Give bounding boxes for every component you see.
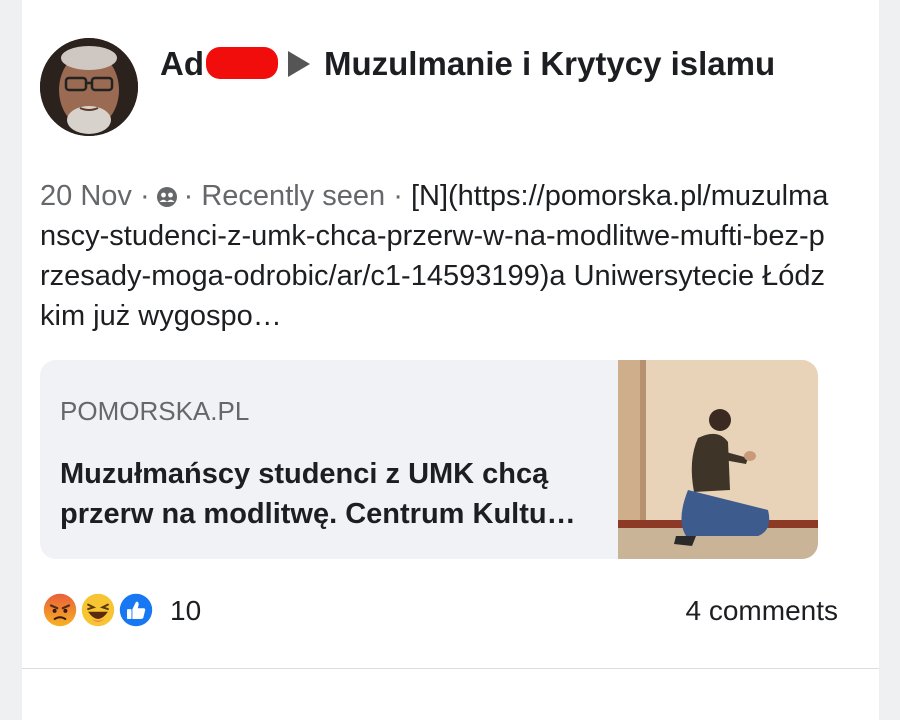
like-reaction-icon — [116, 590, 156, 630]
action-bar-divider — [22, 668, 879, 669]
author-avatar[interactable] — [40, 38, 138, 136]
haha-reaction-icon — [78, 590, 118, 630]
avatar-photo — [40, 38, 138, 136]
link-domain: POMORSKA.PL — [60, 396, 250, 426]
link-headline: Muzułmańscy studenci z UMK chcą przerw n… — [60, 458, 576, 530]
post-card-top — [22, 0, 879, 20]
link-thumbnail-image — [618, 360, 818, 559]
audience-group-icon — [156, 187, 177, 207]
reaction-count[interactable]: 10 — [170, 595, 201, 627]
meta-separator: · — [139, 180, 150, 212]
link-preview-card[interactable]: POMORSKA.PL Muzułmańscy studenci z UMK c… — [40, 360, 818, 559]
post-header: Ad Muzulmanie i Krytycy islamu — [160, 42, 800, 86]
meta-separator: · — [393, 180, 403, 212]
author-name[interactable]: Ad — [160, 45, 204, 82]
redaction-mark — [206, 47, 278, 79]
post-date[interactable]: 20 Nov — [40, 180, 132, 212]
shared-to-arrow-icon — [288, 51, 310, 77]
group-name-link[interactable]: Muzulmanie i Krytycy islamu — [324, 45, 775, 82]
post-meta-and-body: 20 Nov · · Recently seen · [N](https://p… — [40, 176, 830, 336]
seen-status: Recently seen — [201, 180, 386, 212]
angry-reaction-icon — [40, 590, 80, 630]
comments-count-link[interactable]: 4 comments — [686, 595, 839, 627]
meta-separator: · — [183, 180, 194, 212]
